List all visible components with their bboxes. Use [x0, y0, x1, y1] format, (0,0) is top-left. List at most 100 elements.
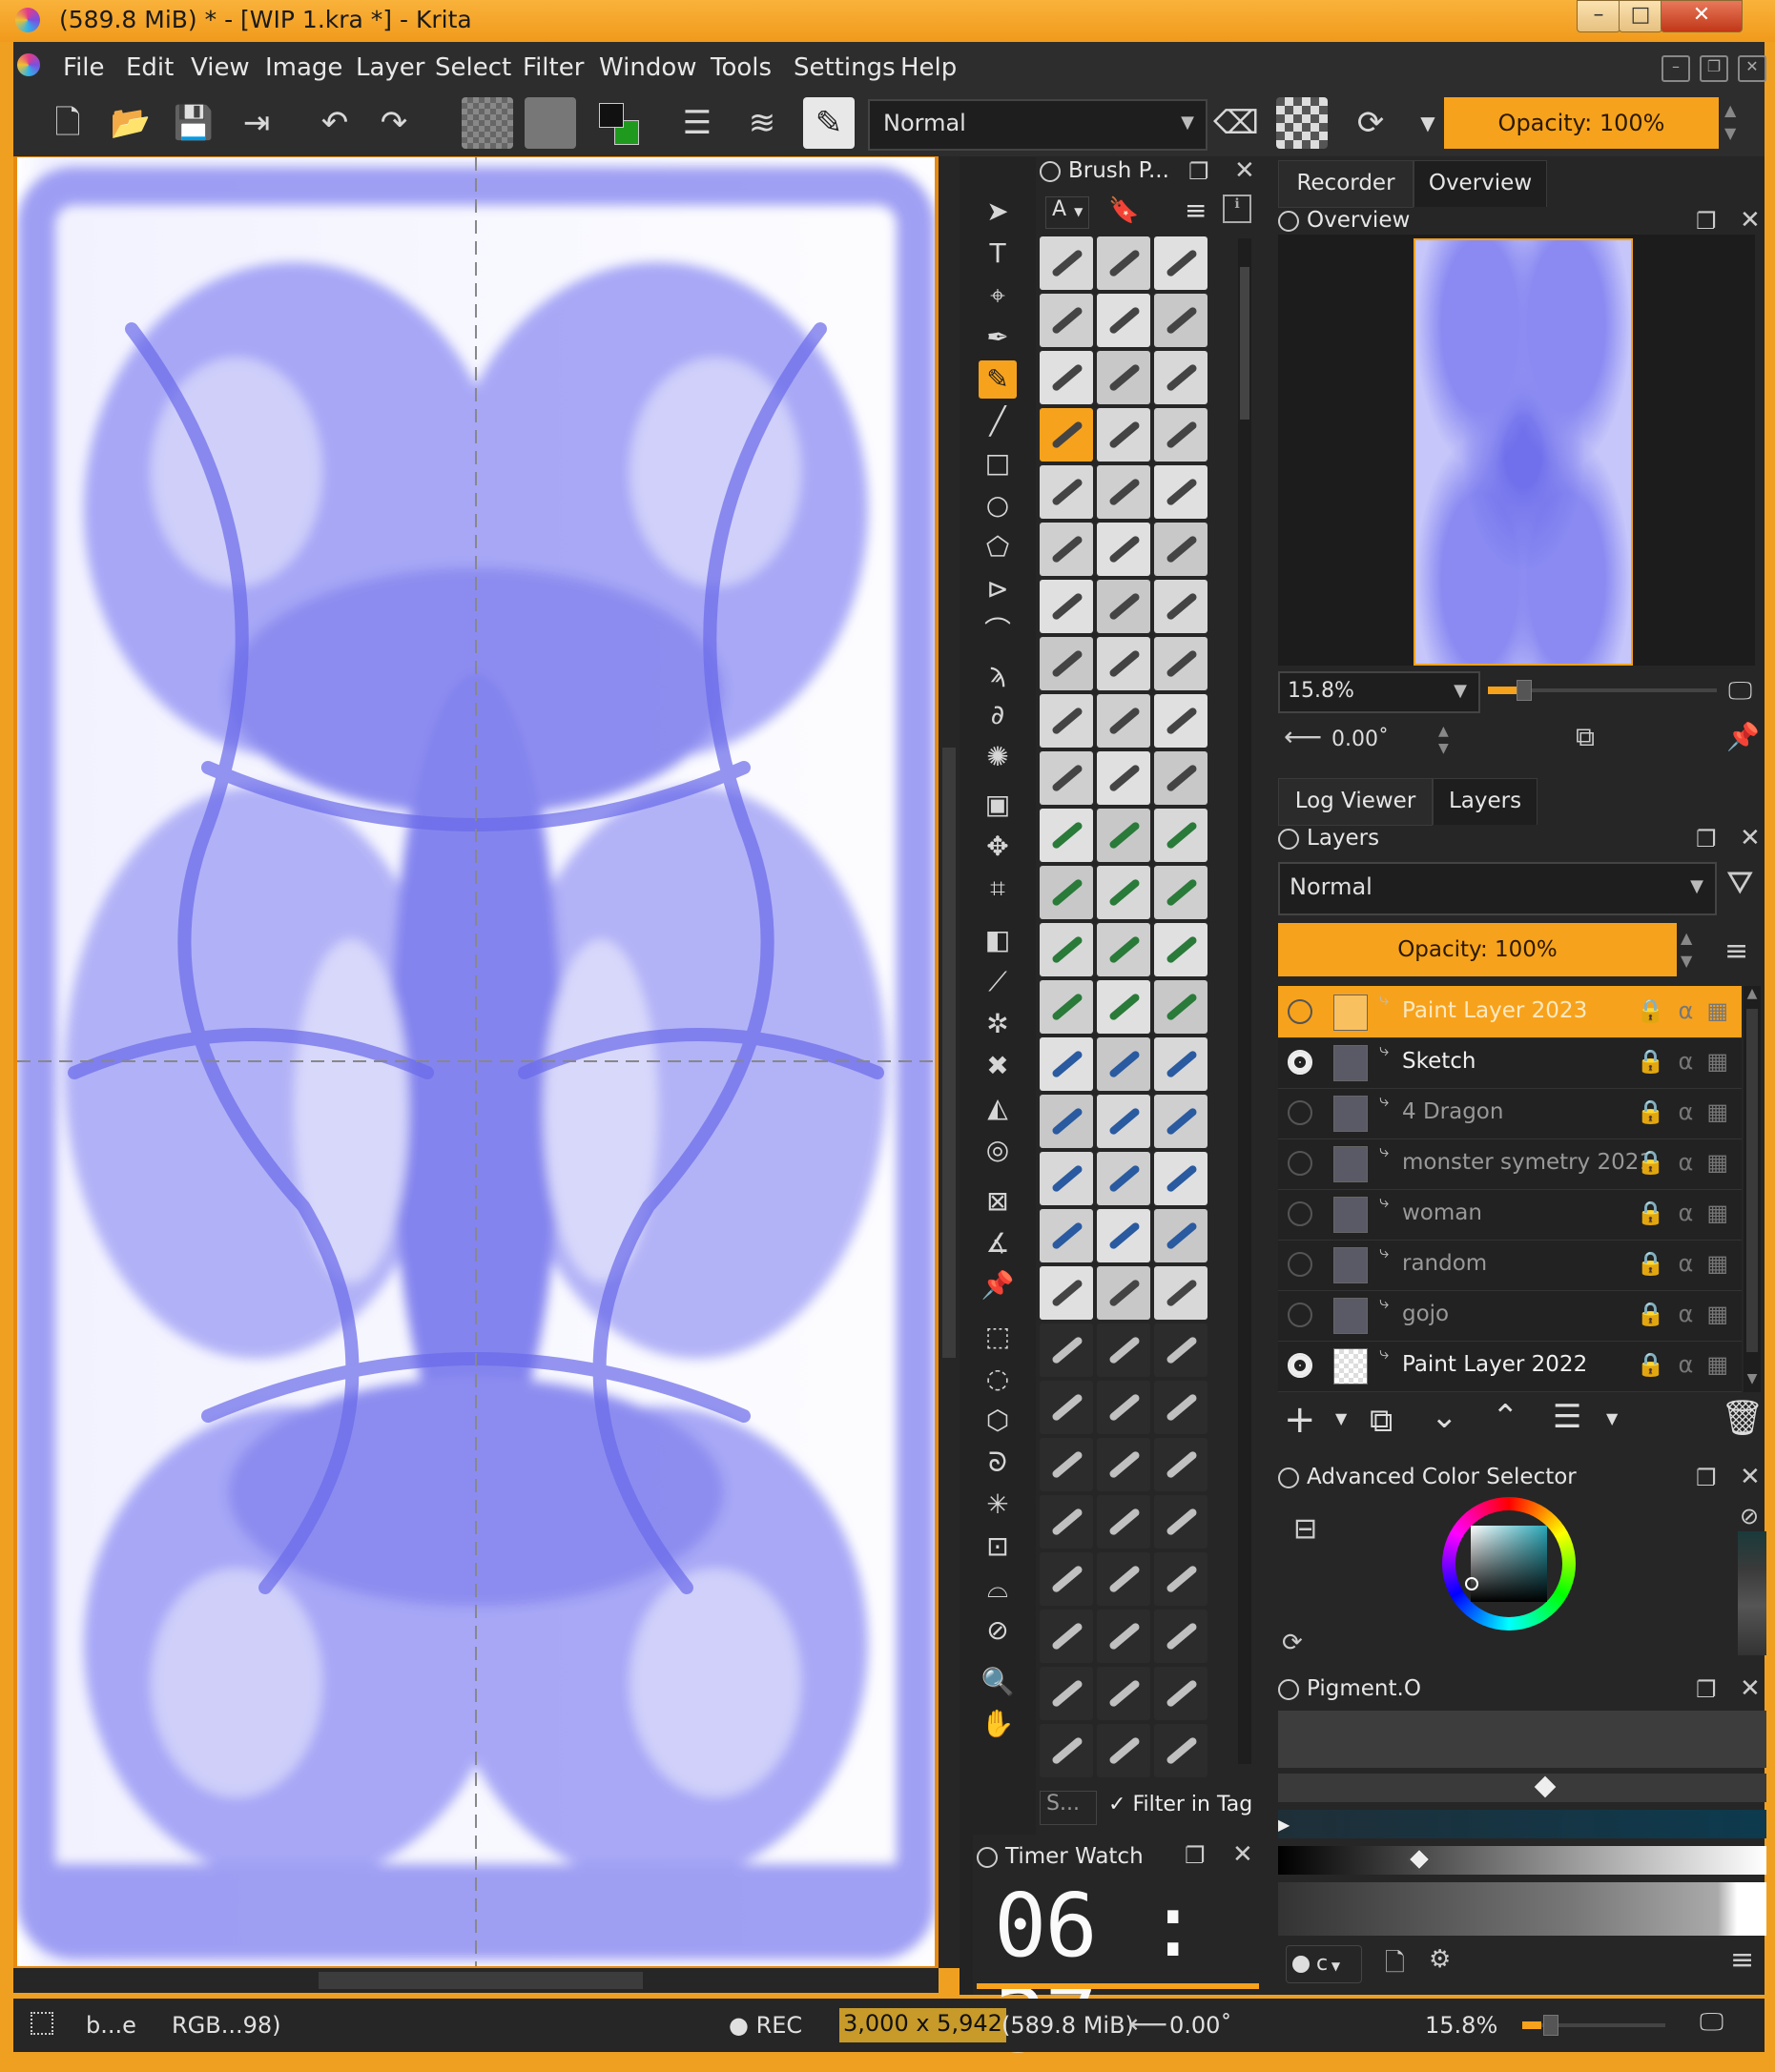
lock-icon[interactable]: [977, 1846, 998, 1868]
status-recording[interactable]: ● REC: [729, 2012, 802, 2039]
brush-preset-thumbnail[interactable]: [1097, 923, 1150, 976]
menu-edit[interactable]: Edit: [126, 53, 174, 82]
add-layer-icon[interactable]: +: [1284, 1398, 1316, 1442]
brush-preset-thumbnail[interactable]: [1097, 1610, 1150, 1663]
krita-menu-icon[interactable]: [17, 53, 40, 76]
smart-patch-tool-icon[interactable]: ✲: [979, 1005, 1017, 1043]
float-docker-icon[interactable]: ❐: [1696, 208, 1717, 235]
menu-window[interactable]: Window: [599, 53, 697, 82]
brush-preset-thumbnail[interactable]: [1097, 408, 1150, 462]
foreground-background-color-icon[interactable]: [595, 99, 643, 147]
minimize-button[interactable]: –: [1577, 0, 1620, 32]
edit-shapes-tool-icon[interactable]: ⌖: [979, 277, 1017, 315]
overview-thumbnail[interactable]: [1414, 238, 1633, 666]
brush-preset-thumbnail[interactable]: [1097, 236, 1150, 290]
brush-preset-thumbnail[interactable]: [1154, 923, 1207, 976]
brush-preset-thumbnail[interactable]: [1097, 1266, 1150, 1320]
layer-properties-chevron-icon[interactable]: ▼: [1606, 1409, 1618, 1427]
elliptical-selection-tool-icon[interactable]: ◌: [979, 1360, 1017, 1398]
magnetic-selection-tool-icon[interactable]: ⊘: [979, 1611, 1017, 1650]
canvas-horizontal-scrollbar[interactable]: [13, 1968, 939, 1993]
gradient-tool-icon[interactable]: ◧: [979, 921, 1017, 959]
save-icon[interactable]: 💾: [172, 101, 216, 145]
close-docker-icon[interactable]: ✕: [1232, 1840, 1253, 1869]
brush-preset-thumbnail[interactable]: [1154, 294, 1207, 347]
brush-preset-thumbnail[interactable]: [1040, 809, 1093, 862]
brush-preset-thumbnail[interactable]: [1154, 637, 1207, 690]
brush-preset-thumbnail[interactable]: [1154, 1381, 1207, 1434]
eraser-mode-icon[interactable]: ⌫: [1213, 101, 1259, 145]
brush-preset-thumbnail[interactable]: [1040, 1495, 1093, 1549]
brush-preset-thumbnail[interactable]: [1154, 1266, 1207, 1320]
freehand-brush-tool-icon[interactable]: ✎: [979, 360, 1017, 399]
move-layer-up-icon[interactable]: ⌃: [1492, 1398, 1519, 1436]
brush-preset-thumbnail[interactable]: [1097, 1381, 1150, 1434]
lock-icon[interactable]: [1278, 828, 1299, 850]
brush-preset-thumbnail[interactable]: [1154, 1152, 1207, 1205]
menu-filter[interactable]: Filter: [523, 53, 584, 82]
dynamic-brush-tool-icon[interactable]: ∂: [979, 696, 1017, 734]
brush-preset-thumbnail[interactable]: [1097, 694, 1150, 748]
brush-preset-thumbnail[interactable]: [1154, 694, 1207, 748]
brush-preset-thumbnail[interactable]: [1154, 1209, 1207, 1262]
colorize-mask-tool-icon[interactable]: ✖: [979, 1047, 1017, 1085]
mirror-view-icon[interactable]: ⧉: [1576, 721, 1595, 753]
brush-preset-thumbnail[interactable]: [1040, 1667, 1093, 1720]
brush-preset-thumbnail[interactable]: [1040, 1438, 1093, 1491]
layer-lock-alpha-icons[interactable]: 🔒α▦: [1637, 1048, 1742, 1075]
similar-color-selection-tool-icon[interactable]: ⊡: [979, 1528, 1017, 1566]
brush-preset-thumbnail[interactable]: [1154, 1438, 1207, 1491]
brush-preset-thumbnail[interactable]: [1154, 1724, 1207, 1777]
brush-preset-thumbnail[interactable]: [1040, 408, 1093, 462]
menu-file[interactable]: File: [63, 53, 105, 82]
open-document-icon[interactable]: 📂: [109, 101, 153, 145]
selection-indicator-icon[interactable]: [31, 2012, 53, 2035]
brush-preset-thumbnail[interactable]: [1097, 809, 1150, 862]
brush-preset-thumbnail[interactable]: [1040, 294, 1093, 347]
brush-preset-thumbnail[interactable]: [1154, 751, 1207, 805]
brush-preset-thumbnail[interactable]: [1154, 1095, 1207, 1148]
brush-preset-thumbnail[interactable]: [1040, 1724, 1093, 1777]
layer-properties-icon[interactable]: ☰: [1553, 1398, 1581, 1436]
opacity-spin-icon[interactable]: ▲ ▼: [1724, 99, 1736, 145]
rotate-icon[interactable]: ⟵: [1284, 721, 1322, 752]
layer-opacity-spin-icon[interactable]: ▲ ▼: [1681, 927, 1692, 973]
delete-layer-icon[interactable]: 🗑: [1721, 1398, 1765, 1438]
measure-tool-icon[interactable]: ∡: [979, 1224, 1017, 1262]
menu-settings[interactable]: Settings: [794, 53, 896, 82]
visibility-eye-icon[interactable]: [1288, 1303, 1312, 1327]
brush-preset-thumbnail[interactable]: [1097, 1209, 1150, 1262]
layer-lock-alpha-icons[interactable]: 🔒α▦: [1637, 1149, 1742, 1176]
filter-icon[interactable]: ⛛: [1726, 864, 1754, 902]
brush-preset-thumbnail[interactable]: [1097, 980, 1150, 1034]
new-document-icon[interactable]: 🗋: [46, 101, 90, 145]
transform-tool-icon[interactable]: ▣: [979, 786, 1017, 824]
lock-icon[interactable]: [1278, 210, 1299, 232]
filter-in-tag-checkbox[interactable]: ✓ Filter in Tag: [1108, 1793, 1252, 1816]
brush-preset-thumbnail[interactable]: [1097, 1724, 1150, 1777]
visibility-eye-icon[interactable]: [1288, 1201, 1312, 1226]
brush-preset-thumbnail[interactable]: [1154, 809, 1207, 862]
rectangle-tool-icon[interactable]: □: [979, 444, 1017, 482]
brush-preset-thumbnail[interactable]: [1097, 637, 1150, 690]
status-fit-view-icon[interactable]: 🖵: [1700, 2008, 1723, 2038]
tab-log-viewer[interactable]: Log Viewer: [1278, 778, 1433, 826]
freehand-path-tool-icon[interactable]: ϡ: [979, 654, 1017, 692]
pigment-slider-1[interactable]: [1278, 1774, 1766, 1802]
layer-lock-alpha-icons[interactable]: 🔒α▦: [1637, 1250, 1742, 1277]
brush-preset-thumbnail[interactable]: [1097, 465, 1150, 519]
duplicate-layer-icon[interactable]: ⧉: [1370, 1402, 1393, 1440]
brush-preset-thumbnail[interactable]: [1097, 351, 1150, 404]
freehand-selection-tool-icon[interactable]: ᘐ: [979, 1444, 1017, 1482]
pigment-mode-select[interactable]: c ▼: [1286, 1945, 1362, 1983]
drawing-canvas[interactable]: [17, 157, 935, 1966]
status-rotation[interactable]: 0.00˚: [1169, 2012, 1231, 2039]
brush-preset-thumbnail[interactable]: [1040, 1037, 1093, 1091]
bezier-selection-tool-icon[interactable]: ⌓: [979, 1569, 1017, 1608]
layer-row[interactable]: ⤷ 4 Dragon 🔒α▦: [1278, 1087, 1742, 1139]
brush-preset-thumbnail[interactable]: [1097, 580, 1150, 633]
status-zoom[interactable]: 15.8%: [1425, 2012, 1497, 2039]
lock-icon[interactable]: [1040, 160, 1061, 182]
brush-preset-thumbnail[interactable]: [1154, 866, 1207, 919]
move-layer-down-icon[interactable]: ⌄: [1431, 1398, 1458, 1436]
